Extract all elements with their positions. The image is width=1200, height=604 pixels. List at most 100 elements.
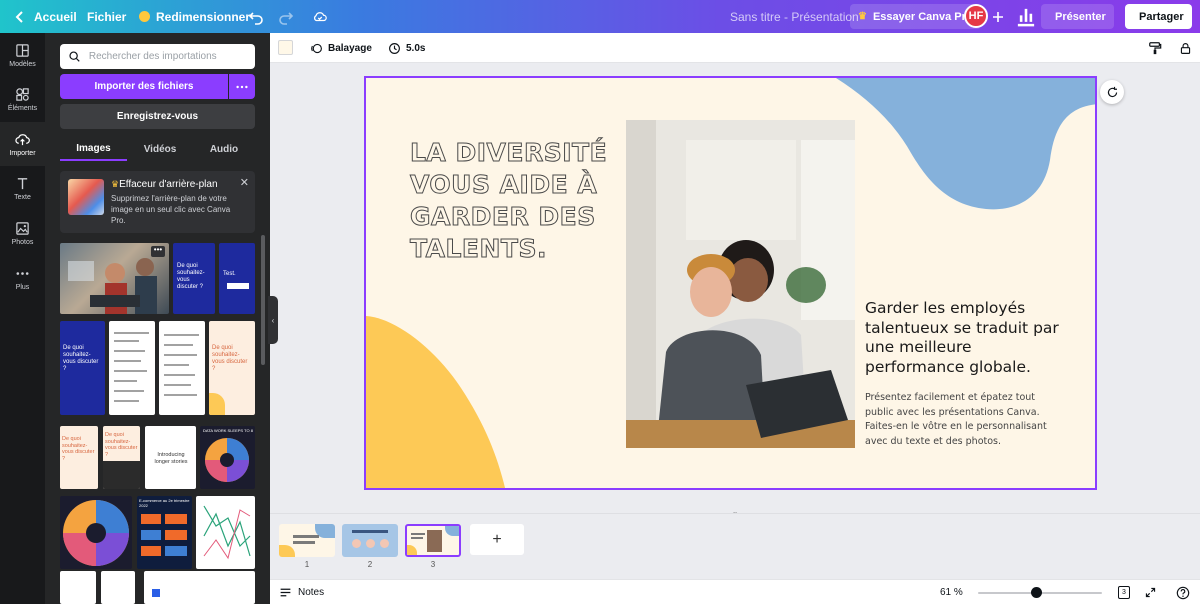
file-menu[interactable]: Fichier bbox=[87, 0, 126, 33]
rail-item-uploads[interactable]: Importer bbox=[0, 122, 45, 166]
zoom-level[interactable]: 61 % bbox=[940, 580, 963, 604]
thumbnail-caption: Test. bbox=[223, 271, 236, 277]
more-icon[interactable]: ••• bbox=[151, 246, 165, 257]
animation-label: Balayage bbox=[328, 42, 372, 54]
timing-button[interactable]: 5.0s bbox=[388, 33, 425, 63]
thumbnail-blob bbox=[279, 545, 295, 557]
document-title[interactable]: Sans titre - Présentation bbox=[730, 0, 859, 33]
promo-image bbox=[68, 179, 104, 215]
panel-scrollbar[interactable] bbox=[261, 235, 265, 365]
collapse-panel-button[interactable]: ‹ bbox=[268, 296, 278, 344]
rail-item-more[interactable]: Plus bbox=[0, 256, 45, 300]
rail-item-photos[interactable]: Photos bbox=[0, 211, 45, 255]
cloud-save-status[interactable] bbox=[312, 0, 328, 33]
thumbnail-caption: E-commerce au 2e trimestre 2022 bbox=[139, 498, 190, 508]
upload-thumbnail[interactable] bbox=[196, 496, 255, 569]
zoom-slider-handle[interactable] bbox=[1031, 587, 1042, 598]
home-label: Accueil bbox=[34, 9, 77, 24]
rail-item-label: Photos bbox=[11, 238, 34, 246]
team-photo[interactable] bbox=[626, 120, 855, 448]
redo-button[interactable] bbox=[278, 0, 294, 33]
promo-title-text: Effaceur d'arrière-plan bbox=[119, 179, 218, 190]
rail-item-elements[interactable]: Éléments bbox=[0, 77, 45, 121]
copy-style-button[interactable] bbox=[1148, 33, 1162, 63]
import-more-button[interactable] bbox=[229, 74, 255, 99]
upload-thumbnail[interactable]: Test. bbox=[219, 243, 255, 314]
try-pro-button[interactable]: ♛ Essayer Canva Pro bbox=[850, 4, 981, 29]
background-remover-promo[interactable]: ♛Effaceur d'arrière-plan Supprimez l'arr… bbox=[60, 171, 255, 233]
thumbnail-block bbox=[141, 514, 161, 524]
thumbnail-block bbox=[152, 589, 160, 597]
home-button[interactable]: Accueil bbox=[12, 0, 77, 33]
shapes-icon bbox=[16, 87, 29, 101]
upload-thumbnail[interactable] bbox=[101, 571, 135, 604]
upload-thumbnail[interactable]: De quoi souhaitez-vous discuter ? bbox=[103, 426, 140, 489]
tab-audio[interactable]: Audio bbox=[193, 137, 255, 161]
avatar[interactable]: HF bbox=[964, 4, 988, 28]
notes-button[interactable]: Notes bbox=[279, 580, 324, 604]
close-icon[interactable]: ✕ bbox=[240, 176, 249, 189]
line-chart-thumbnail bbox=[203, 505, 251, 560]
upload-thumbnail[interactable]: ••• bbox=[60, 243, 169, 314]
crown-icon: ♛ bbox=[858, 11, 867, 22]
thumbnail-caption: De quoi souhaitez-vous discuter ? bbox=[177, 263, 205, 290]
upload-thumbnail[interactable]: De quoi souhaitez-vous discuter ? bbox=[209, 321, 255, 415]
resize-button[interactable]: Redimensionner bbox=[139, 0, 250, 33]
add-collaborator-button[interactable] bbox=[990, 0, 1006, 33]
upload-thumbnail[interactable] bbox=[144, 571, 255, 604]
resize-label: Redimensionner bbox=[156, 9, 251, 24]
thumbnail-blob bbox=[209, 393, 225, 415]
add-page-button[interactable]: + bbox=[470, 524, 524, 555]
tab-videos[interactable]: Vidéos bbox=[127, 137, 193, 161]
rail-item-text[interactable]: Texte bbox=[0, 166, 45, 210]
upload-thumbnail[interactable]: E-commerce au 2e trimestre 2022 bbox=[137, 496, 192, 569]
page-thumbnail-1[interactable] bbox=[279, 524, 335, 557]
search-box[interactable] bbox=[60, 44, 255, 69]
undo-icon bbox=[248, 11, 263, 25]
rail-item-templates[interactable]: Modèles bbox=[0, 33, 45, 77]
upload-thumbnail[interactable] bbox=[60, 496, 132, 569]
page-thumbnail-2[interactable] bbox=[342, 524, 398, 557]
upload-thumbnail[interactable]: DATA WORK SLEEPS TO 8 bbox=[200, 426, 255, 489]
animation-button[interactable]: Balayage bbox=[310, 33, 372, 63]
thumbnail-photo bbox=[427, 530, 442, 552]
help-button[interactable] bbox=[1176, 580, 1190, 604]
page-thumbnail-3[interactable] bbox=[405, 524, 461, 557]
upload-thumbnail[interactable]: Introducing longer stories bbox=[145, 426, 196, 489]
tab-images[interactable]: Images bbox=[60, 137, 127, 161]
thumbnail-block bbox=[141, 546, 161, 556]
more-icon bbox=[16, 271, 29, 275]
background-color-picker[interactable] bbox=[278, 40, 293, 55]
upload-thumbnail[interactable]: De quoi souhaitez-vous discuter ? bbox=[173, 243, 215, 314]
upload-thumbnail[interactable] bbox=[109, 321, 155, 415]
thumbnail-caption: De quoi souhaitez-vous discuter ? bbox=[105, 432, 138, 458]
present-button[interactable]: Présenter bbox=[1041, 4, 1114, 29]
doc-lines bbox=[164, 334, 199, 396]
notes-icon bbox=[280, 588, 291, 597]
register-button[interactable]: Enregistrez-vous bbox=[60, 104, 255, 129]
page-count-button[interactable]: 3 bbox=[1118, 580, 1130, 604]
image-icon bbox=[16, 221, 29, 235]
undo-button[interactable] bbox=[248, 0, 264, 33]
search-input[interactable] bbox=[88, 51, 247, 62]
lock-button[interactable] bbox=[1179, 33, 1192, 63]
thumbnail-caption: Introducing longer stories bbox=[154, 452, 188, 465]
upload-thumbnail[interactable] bbox=[60, 571, 96, 604]
expand-icon bbox=[1145, 587, 1156, 598]
thumbnail-blob bbox=[445, 526, 459, 536]
regenerate-button[interactable] bbox=[1100, 80, 1124, 104]
slide-canvas[interactable]: LA DIVERSITÉ VOUS AIDE À GARDER DES TALE… bbox=[364, 76, 1097, 490]
wheel-chart-thumbnail bbox=[205, 438, 249, 482]
fullscreen-button[interactable] bbox=[1144, 580, 1157, 604]
import-files-button[interactable]: Importer des fichiers bbox=[60, 74, 228, 99]
rail-item-label: Éléments bbox=[7, 104, 38, 112]
insights-button[interactable] bbox=[1013, 4, 1039, 29]
upload-thumbnail[interactable] bbox=[159, 321, 205, 415]
page-count: 3 bbox=[1122, 589, 1126, 596]
photo-people bbox=[626, 120, 855, 448]
slide-heading[interactable]: Garder les employés talentueux se tradui… bbox=[865, 299, 1065, 377]
upload-thumbnail[interactable]: De quoi souhaitez-vous discuter ? bbox=[60, 426, 98, 489]
share-button[interactable]: Partager bbox=[1125, 4, 1192, 29]
upload-thumbnail[interactable]: De quoi souhaitez-vous discuter ? bbox=[60, 321, 105, 415]
slide-body[interactable]: Présentez facilement et épatez tout publ… bbox=[865, 391, 1065, 449]
